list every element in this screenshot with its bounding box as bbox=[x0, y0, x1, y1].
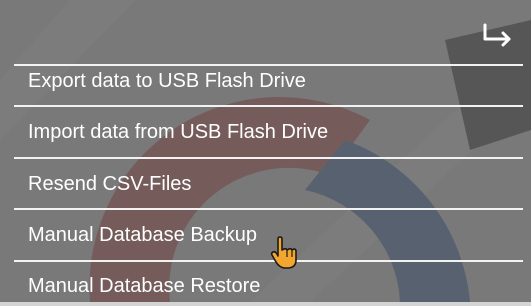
menu-item-export-usb[interactable]: Export data to USB Flash Drive bbox=[14, 61, 523, 101]
menu-divider bbox=[14, 208, 523, 210]
hand-pointer-cursor-icon bbox=[270, 236, 297, 269]
back-button[interactable] bbox=[477, 18, 517, 54]
menu-item-label: Export data to USB Flash Drive bbox=[28, 69, 306, 92]
menu-divider bbox=[14, 157, 523, 159]
menu-item-label: Import data from USB Flash Drive bbox=[28, 120, 329, 143]
menu-item-label: Resend CSV-Files bbox=[28, 172, 192, 195]
return-arrow-icon bbox=[483, 23, 511, 47]
menu-item-label: Manual Database Restore bbox=[28, 274, 261, 297]
menu-divider bbox=[14, 105, 523, 107]
menu-item-manual-restore[interactable]: Manual Database Restore bbox=[14, 266, 523, 306]
top-bar bbox=[0, 0, 531, 64]
menu-item-label: Manual Database Backup bbox=[28, 223, 258, 246]
menu-item-resend-csv[interactable]: Resend CSV-Files bbox=[14, 164, 523, 204]
menu-item-import-usb[interactable]: Import data from USB Flash Drive bbox=[14, 112, 523, 152]
menu-item-manual-backup[interactable]: Manual Database Backup bbox=[14, 215, 523, 255]
menu-divider bbox=[14, 260, 523, 262]
